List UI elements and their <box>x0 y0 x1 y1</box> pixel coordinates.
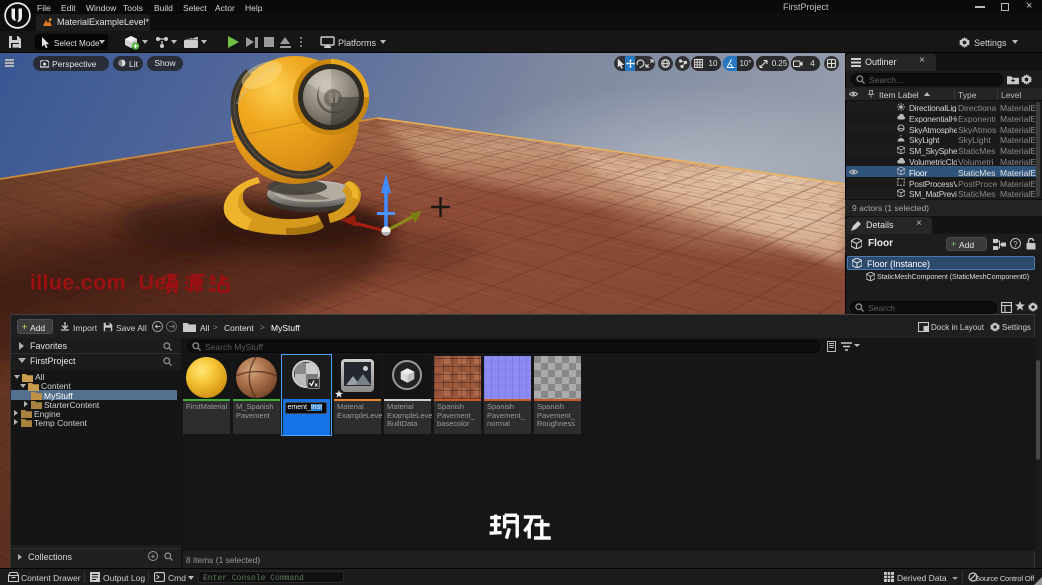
svg-text:illue.com Ue: illue.com Ue <box>30 272 167 295</box>
